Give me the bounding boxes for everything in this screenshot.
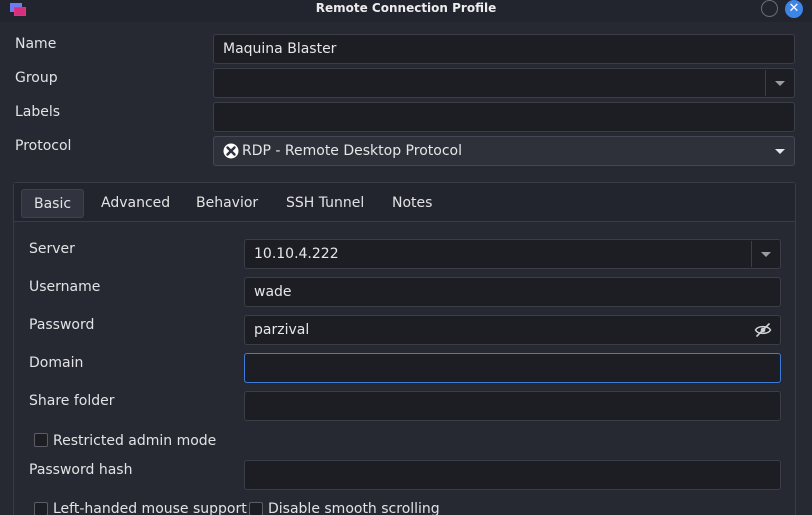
labels-label: Labels bbox=[15, 104, 61, 120]
password-hash-label: Password hash bbox=[29, 462, 133, 478]
chevron-down-icon[interactable] bbox=[775, 149, 785, 154]
restricted-admin-checkbox[interactable] bbox=[34, 433, 48, 447]
server-dropdown-separator bbox=[751, 241, 752, 267]
server-label: Server bbox=[29, 241, 75, 257]
username-value: wade bbox=[254, 284, 292, 300]
tab-basic[interactable]: Basic bbox=[21, 189, 85, 218]
smooth-scroll-label: Disable smooth scrolling bbox=[268, 501, 440, 515]
server-value: 10.10.4.222 bbox=[254, 246, 339, 262]
close-icon: ✕ bbox=[788, 1, 800, 16]
name-value: Maquina Blaster bbox=[223, 41, 337, 57]
username-input[interactable]: wade bbox=[244, 277, 781, 307]
chevron-down-icon[interactable] bbox=[775, 81, 785, 86]
left-handed-label: Left-handed mouse support bbox=[53, 501, 247, 515]
restricted-admin-label: Restricted admin mode bbox=[53, 433, 217, 449]
password-hash-input[interactable] bbox=[244, 460, 781, 490]
labels-input[interactable] bbox=[213, 102, 795, 132]
domain-label: Domain bbox=[29, 355, 84, 371]
protocol-value: RDP - Remote Desktop Protocol bbox=[242, 143, 462, 159]
group-combo[interactable] bbox=[213, 68, 795, 98]
window-title: Remote Connection Profile bbox=[315, 1, 497, 15]
server-combo[interactable]: 10.10.4.222 bbox=[244, 239, 781, 269]
rdp-protocol-icon bbox=[223, 143, 239, 159]
password-input[interactable]: parzival bbox=[244, 315, 781, 345]
smooth-scroll-checkbox[interactable] bbox=[249, 502, 263, 515]
tab-notes[interactable]: Notes bbox=[380, 189, 444, 218]
title-bar: Remote Connection Profile ✕ bbox=[0, 0, 812, 22]
protocol-label: Protocol bbox=[15, 138, 72, 154]
chevron-down-icon[interactable] bbox=[761, 252, 771, 257]
share-folder-input[interactable] bbox=[244, 391, 781, 421]
protocol-select[interactable]: RDP - Remote Desktop Protocol bbox=[213, 136, 795, 166]
password-label: Password bbox=[29, 317, 95, 333]
username-label: Username bbox=[29, 279, 101, 295]
left-handed-checkbox[interactable] bbox=[34, 502, 48, 515]
share-folder-label: Share folder bbox=[29, 393, 115, 409]
name-label: Name bbox=[15, 36, 57, 52]
group-dropdown-separator bbox=[765, 70, 766, 96]
close-button[interactable]: ✕ bbox=[785, 0, 803, 18]
group-label: Group bbox=[15, 70, 58, 86]
name-input[interactable]: Maquina Blaster bbox=[213, 34, 795, 64]
password-value: parzival bbox=[254, 322, 310, 338]
tab-ssh-tunnel[interactable]: SSH Tunnel bbox=[274, 189, 376, 218]
domain-input[interactable] bbox=[244, 353, 781, 383]
minimize-button[interactable] bbox=[761, 0, 778, 17]
eye-slash-icon[interactable] bbox=[754, 322, 772, 338]
tab-advanced[interactable]: Advanced bbox=[89, 189, 182, 218]
tab-behavior[interactable]: Behavior bbox=[184, 189, 270, 218]
